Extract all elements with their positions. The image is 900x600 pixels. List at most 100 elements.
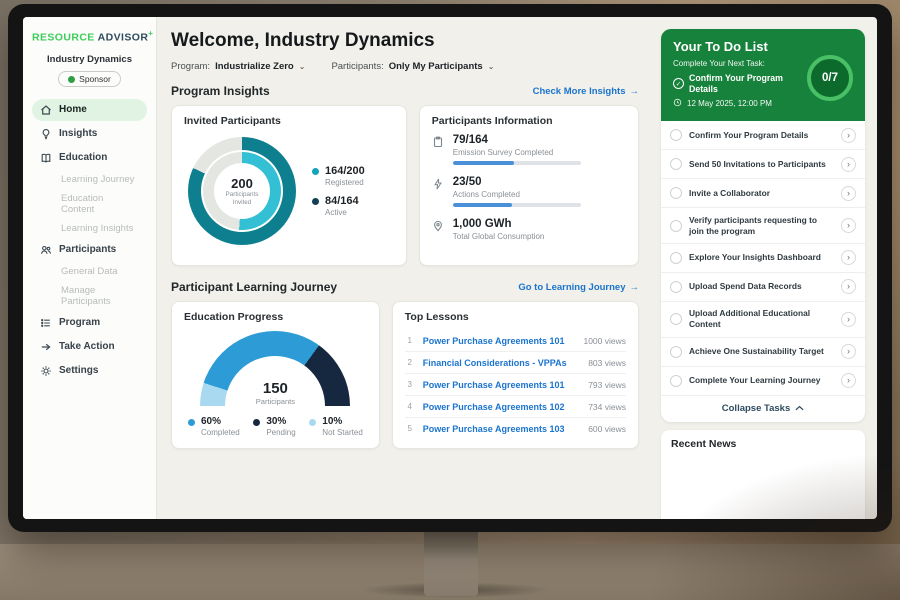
- todo-card: Your To Do List Complete Your Next Task:…: [661, 29, 865, 422]
- legend-dot: [188, 419, 195, 426]
- task-checkbox-icon[interactable]: [670, 129, 682, 141]
- todo-task[interactable]: Invite a Collaborator ›: [661, 179, 865, 208]
- check-circle-icon: ✓: [673, 78, 684, 89]
- sidebar-item-education[interactable]: Education: [32, 147, 147, 169]
- sidebar-item-participants[interactable]: Participants: [32, 239, 147, 261]
- lesson-row[interactable]: 3 Power Purchase Agreements 101 793 view…: [405, 374, 626, 396]
- task-checkbox-icon[interactable]: [670, 187, 682, 199]
- education-progress-gauge: 150 Participants: [200, 331, 350, 406]
- todo-task[interactable]: Upload Spend Data Records ›: [661, 273, 865, 302]
- chevron-right-icon[interactable]: ›: [841, 344, 856, 359]
- app-logo: RESOURCE ADVISOR+: [32, 29, 147, 44]
- task-checkbox-icon[interactable]: [670, 281, 682, 293]
- photo-scene: RESOURCE ADVISOR+ Industry Dynamics Spon…: [0, 0, 900, 600]
- chevron-right-icon[interactable]: ›: [841, 312, 856, 327]
- sidebar-item-take-action[interactable]: Take Action: [32, 336, 147, 358]
- task-checkbox-icon[interactable]: [670, 220, 682, 232]
- lightbulb-icon: [40, 128, 52, 140]
- actions-completed-bar-fill: [453, 203, 512, 207]
- chevron-right-icon[interactable]: ›: [841, 218, 856, 233]
- monitor-stand: [424, 530, 478, 596]
- education-progress-card: Education Progress 150 Participants: [171, 301, 380, 449]
- todo-task[interactable]: Verify participants requesting to join t…: [661, 208, 865, 244]
- page-title: Welcome, Industry Dynamics: [171, 30, 639, 52]
- survey-icon: [432, 136, 445, 165]
- org-section: Industry Dynamics Sponsor: [32, 54, 147, 88]
- chevron-right-icon[interactable]: ›: [841, 250, 856, 265]
- people-icon: [40, 244, 52, 256]
- chevron-down-icon: ⌄: [299, 62, 306, 71]
- task-checkbox-icon[interactable]: [670, 252, 682, 264]
- sponsor-badge[interactable]: Sponsor: [58, 71, 121, 87]
- chevron-right-icon[interactable]: ›: [841, 373, 856, 388]
- arrow-right-icon: →: [630, 282, 640, 293]
- todo-panel: Your To Do List Complete Your Next Task:…: [653, 17, 877, 519]
- sidebar-item-learning-insights[interactable]: Learning Insights: [32, 219, 147, 238]
- todo-task[interactable]: Achieve One Sustainability Target ›: [661, 338, 865, 367]
- todo-progress-badge: 0/7: [807, 55, 853, 101]
- legend-not-started: 10% Not Started: [309, 416, 362, 437]
- location-pin-icon: [432, 220, 445, 245]
- todo-task[interactable]: Upload Additional Educational Content ›: [661, 302, 865, 338]
- collapse-tasks-button[interactable]: Collapse Tasks: [661, 396, 865, 422]
- filters-row: Program: Industrialize Zero ⌄ Participan…: [171, 61, 639, 72]
- todo-task[interactable]: Confirm Your Program Details ›: [661, 121, 865, 150]
- legend-active: 84/164 Active: [312, 195, 365, 217]
- lesson-link[interactable]: Financial Considerations - VPPAs: [423, 358, 580, 368]
- chevron-right-icon[interactable]: ›: [841, 157, 856, 172]
- gear-icon: [40, 365, 52, 377]
- org-name: Industry Dynamics: [32, 54, 147, 65]
- bolt-icon: [432, 178, 445, 207]
- legend-dot: [253, 419, 260, 426]
- participants-information-card: Participants Information 79/164 Emission…: [419, 105, 639, 266]
- task-checkbox-icon[interactable]: [670, 375, 682, 387]
- sidebar-item-settings[interactable]: Settings: [32, 360, 147, 382]
- dashboard-screen: RESOURCE ADVISOR+ Industry Dynamics Spon…: [23, 17, 877, 519]
- lesson-link[interactable]: Power Purchase Agreements 101: [423, 336, 576, 346]
- task-checkbox-icon[interactable]: [670, 158, 682, 170]
- sidebar-item-home[interactable]: Home: [32, 99, 147, 121]
- todo-header: Your To Do List Complete Your Next Task:…: [661, 29, 865, 121]
- education-progress-legend: 60% Completed 30% Pending: [184, 416, 367, 437]
- list-icon: [40, 317, 52, 329]
- legend-registered: 164/200 Registered: [312, 165, 365, 187]
- todo-task[interactable]: Send 50 Invitations to Participants ›: [661, 150, 865, 179]
- lesson-row[interactable]: 5 Power Purchase Agreements 103 600 view…: [405, 418, 626, 439]
- sidebar-item-manage-participants[interactable]: Manage Participants: [32, 281, 147, 311]
- arrow-right-icon: →: [630, 86, 640, 97]
- lesson-link[interactable]: Power Purchase Agreements 102: [423, 402, 580, 412]
- task-checkbox-icon[interactable]: [670, 346, 682, 358]
- sidebar-item-general-data[interactable]: General Data: [32, 262, 147, 281]
- chevron-right-icon[interactable]: ›: [841, 186, 856, 201]
- program-dropdown[interactable]: Program: Industrialize Zero ⌄: [171, 61, 305, 72]
- legend-dot: [312, 198, 319, 205]
- home-icon: [40, 104, 52, 116]
- legend-completed: 60% Completed: [188, 416, 240, 437]
- sidebar-item-program[interactable]: Program: [32, 312, 147, 334]
- sidebar-item-learning-journey[interactable]: Learning Journey: [32, 170, 147, 189]
- chevron-right-icon[interactable]: ›: [841, 279, 856, 294]
- invited-legend: 164/200 Registered 84/164 Active: [312, 157, 365, 225]
- task-checkbox-icon[interactable]: [670, 313, 682, 325]
- participants-dropdown[interactable]: Participants: Only My Participants ⌄: [331, 61, 494, 72]
- chevron-down-icon: ⌄: [488, 62, 495, 71]
- lesson-link[interactable]: Power Purchase Agreements 103: [423, 424, 580, 434]
- todo-task[interactable]: Complete Your Learning Journey ›: [661, 367, 865, 396]
- clock-icon: [673, 98, 682, 109]
- lesson-link[interactable]: Power Purchase Agreements 101: [423, 380, 580, 390]
- book-icon: [40, 152, 52, 164]
- sidebar-item-insights[interactable]: Insights: [32, 123, 147, 145]
- todo-task[interactable]: Explore Your Insights Dashboard ›: [661, 244, 865, 273]
- program-insights-cards: Invited Participants 200 Participants In…: [171, 105, 639, 266]
- sponsor-icon: [68, 76, 75, 83]
- check-more-insights-link[interactable]: Check More Insights →: [533, 86, 639, 97]
- go-to-learning-journey-link[interactable]: Go to Learning Journey →: [518, 282, 639, 293]
- lesson-row[interactable]: 2 Financial Considerations - VPPAs 803 v…: [405, 352, 626, 374]
- lesson-row[interactable]: 1 Power Purchase Agreements 101 1000 vie…: [405, 330, 626, 352]
- lesson-row[interactable]: 4 Power Purchase Agreements 102 734 view…: [405, 396, 626, 418]
- stat-actions-completed: 23/50 Actions Completed: [432, 176, 626, 207]
- invited-participants-donut: 200 Participants Invited: [188, 137, 296, 245]
- sidebar-item-education-content[interactable]: Education Content: [32, 189, 147, 219]
- learning-journey-header: Participant Learning Journey Go to Learn…: [171, 280, 639, 294]
- chevron-right-icon[interactable]: ›: [841, 128, 856, 143]
